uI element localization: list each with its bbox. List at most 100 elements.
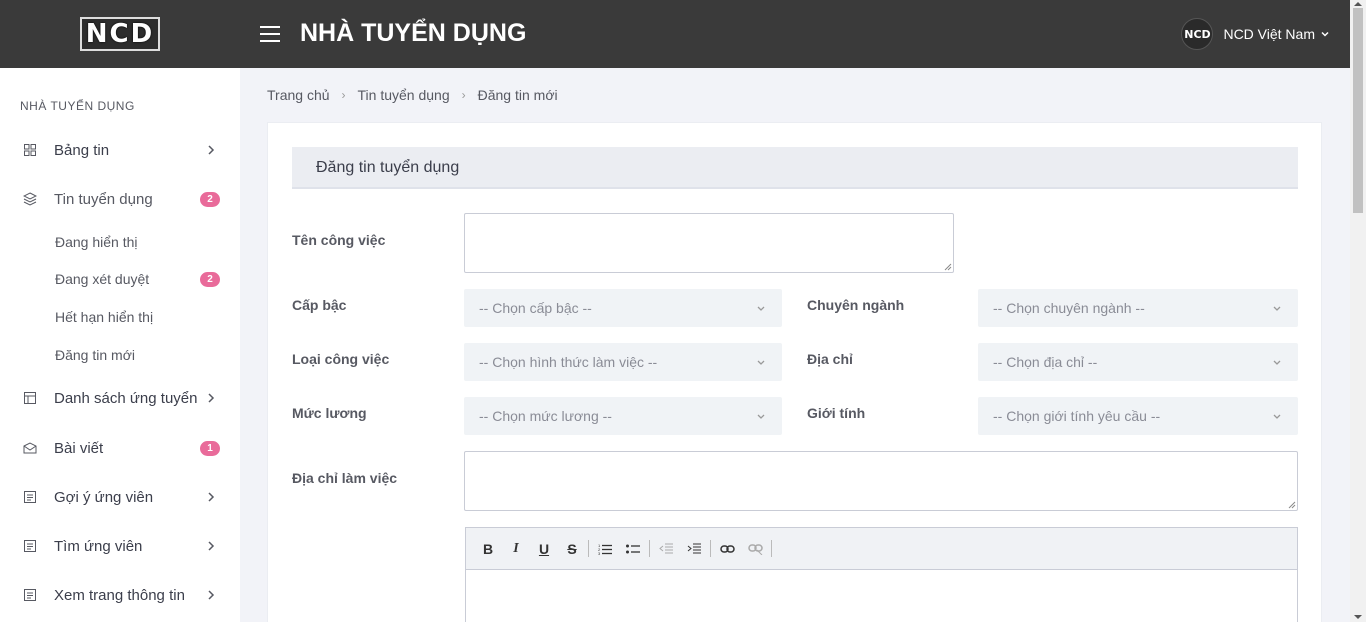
work-address-label: Địa chỉ làm việc [292, 470, 398, 486]
toolbar-separator [649, 540, 650, 557]
sidebar-item-find-candidates[interactable]: Tìm ứng viên [0, 531, 240, 561]
chevron-down-icon [1273, 360, 1281, 365]
major-label: Chuyên ngành [807, 297, 905, 313]
job-post-form-card: Đăng tin tuyển dụng Tên công việc Cấp bậ… [267, 122, 1322, 622]
scroll-thumb[interactable] [1353, 8, 1363, 213]
user-name[interactable]: NCD Việt Nam [1223, 26, 1315, 42]
chevron-down-icon[interactable] [1320, 29, 1330, 39]
scroll-up-icon[interactable] [1354, 2, 1362, 6]
gender-select-value: -- Chọn giới tính yêu cầu -- [993, 408, 1161, 424]
page-title: NHÀ TUYỂN DỤNG [300, 19, 527, 47]
editor-toolbar: B I U S 123 [466, 528, 1297, 570]
toolbar-separator [710, 540, 711, 557]
chevron-down-icon [1273, 414, 1281, 419]
sidebar-item-applicants[interactable]: Danh sách ứng tuyển [0, 383, 240, 413]
unlink-icon[interactable] [746, 540, 764, 558]
breadcrumb-current: Đăng tin mới [477, 87, 558, 103]
major-select[interactable]: -- Chọn chuyên ngành -- [978, 289, 1298, 327]
rich-text-editor: B I U S 123 [465, 527, 1298, 622]
chevron-down-icon [1273, 306, 1281, 311]
hamburger-menu-icon[interactable] [260, 26, 280, 42]
work-address-input[interactable] [464, 451, 1298, 511]
level-select[interactable]: -- Chọn cấp bậc -- [464, 289, 782, 327]
unordered-list-icon[interactable] [624, 540, 642, 558]
chevron-right-icon: › [341, 88, 346, 102]
breadcrumb: Trang chủ › Tin tuyển dụng › Đăng tin mớ… [267, 87, 558, 103]
chevron-right-icon [208, 145, 215, 155]
sidebar-item-dashboard[interactable]: Bảng tin [0, 135, 240, 165]
user-menu[interactable]: NCD NCD Việt Nam [1181, 18, 1330, 50]
job-title-label: Tên công việc [292, 232, 386, 248]
sidebar-item-label: Tìm ứng viên [54, 537, 143, 555]
job-type-label: Loại công việc [292, 351, 390, 367]
chevron-right-icon [208, 541, 215, 551]
count-badge: 2 [200, 272, 220, 287]
count-badge: 1 [200, 440, 220, 456]
major-select-value: -- Chọn chuyên ngành -- [993, 300, 1145, 316]
address-select-value: -- Chọn địa chỉ -- [993, 354, 1098, 370]
svg-text:3: 3 [598, 551, 601, 555]
sidebar-item-view-profile[interactable]: Xem trang thông tin [0, 580, 240, 610]
level-select-value: -- Chọn cấp bậc -- [479, 300, 592, 316]
scrollbar[interactable] [1350, 0, 1366, 622]
sidebar-subitem-new-post[interactable]: Đăng tin mới [55, 347, 135, 363]
chevron-down-icon [757, 306, 765, 311]
resize-handle-icon[interactable] [944, 263, 952, 271]
toolbar-separator [771, 540, 772, 557]
logo-area[interactable]: NCD [0, 0, 240, 68]
sidebar-subitem-expired[interactable]: Hết hạn hiển thị [55, 309, 153, 325]
underline-icon[interactable]: U [535, 540, 553, 558]
italic-icon[interactable]: I [507, 540, 525, 558]
sidebar-item-suggested-candidates[interactable]: Gợi ý ứng viên [0, 482, 240, 512]
document-icon [22, 489, 38, 505]
gender-select[interactable]: -- Chọn giới tính yêu cầu -- [978, 397, 1298, 435]
link-icon[interactable] [718, 540, 736, 558]
sidebar-section-title: NHÀ TUYỂN DỤNG [20, 99, 135, 113]
avatar[interactable]: NCD [1181, 18, 1214, 50]
breadcrumb-job-posts[interactable]: Tin tuyển dụng [358, 87, 450, 103]
layers-icon [22, 191, 38, 207]
gender-label: Giới tính [807, 405, 866, 421]
toolbar-separator [588, 540, 589, 557]
sidebar-item-job-posts[interactable]: Tin tuyển dụng 2 [0, 184, 240, 214]
chevron-down-icon [757, 360, 765, 365]
job-type-select-value: -- Chọn hình thức làm việc -- [479, 354, 658, 370]
sidebar-item-label: Bảng tin [54, 141, 110, 159]
editor-content[interactable] [466, 570, 1297, 622]
address-label: Địa chỉ [807, 351, 853, 367]
sidebar-subitem-reviewing[interactable]: Đang xét duyệt [55, 271, 149, 287]
sidebar-item-label: Bài viết [54, 439, 104, 457]
outdent-icon[interactable] [657, 540, 675, 558]
document-icon [22, 587, 38, 603]
scroll-down-icon[interactable] [1354, 615, 1362, 619]
sidebar-subitem-showing[interactable]: Đang hiển thị [55, 234, 138, 250]
salary-select[interactable]: -- Chọn mức lương -- [464, 397, 782, 435]
sidebar-item-label: Xem trang thông tin [54, 586, 185, 604]
card-header: Đăng tin tuyển dụng [292, 147, 1298, 189]
chevron-right-icon [208, 393, 215, 403]
sidebar-item-label: Danh sách ứng tuyển [54, 389, 198, 407]
resize-handle-icon[interactable] [1288, 501, 1296, 509]
bold-icon[interactable]: B [479, 540, 497, 558]
chevron-right-icon [208, 492, 215, 502]
chevron-right-icon [208, 590, 215, 600]
indent-icon[interactable] [685, 540, 703, 558]
strikethrough-icon[interactable]: S [563, 540, 581, 558]
card-title: Đăng tin tuyển dụng [316, 159, 460, 176]
sidebar-item-label: Gợi ý ứng viên [54, 488, 154, 506]
dashboard-icon [22, 142, 38, 158]
salary-select-value: -- Chọn mức lương -- [479, 408, 612, 424]
document-icon [22, 538, 38, 554]
ordered-list-icon[interactable]: 123 [596, 540, 614, 558]
level-label: Cấp bậc [292, 297, 347, 313]
count-badge: 2 [200, 191, 220, 207]
job-type-select[interactable]: -- Chọn hình thức làm việc -- [464, 343, 782, 381]
breadcrumb-home[interactable]: Trang chủ [267, 87, 330, 103]
calendar-icon [22, 390, 38, 406]
salary-label: Mức lương [292, 405, 367, 421]
logo[interactable]: NCD [79, 17, 161, 51]
sidebar-item-articles[interactable]: Bài viết 1 [0, 433, 240, 463]
job-title-input[interactable] [464, 213, 954, 273]
address-select[interactable]: -- Chọn địa chỉ -- [978, 343, 1298, 381]
sidebar-item-label: Tin tuyển dụng [54, 190, 153, 208]
